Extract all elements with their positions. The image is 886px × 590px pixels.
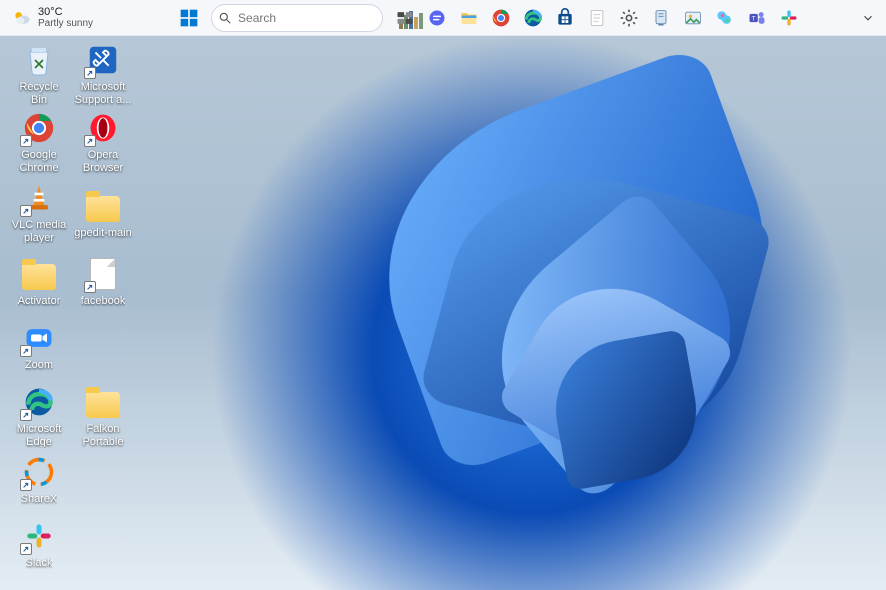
desktop-icon-sharex[interactable]: ShareX <box>8 452 70 508</box>
desktop-icon-label: Recycle Bin <box>10 81 68 106</box>
notepad-icon <box>587 8 607 28</box>
taskbar-file-explorer[interactable] <box>455 4 483 32</box>
desktop-icon-zoom[interactable]: Zoom <box>8 318 70 374</box>
desktop-icon-label: gpedit-main <box>74 227 131 240</box>
device-app-icon <box>651 8 671 28</box>
shortcut-arrow-icon <box>20 135 32 147</box>
shortcut-arrow-icon <box>84 281 96 293</box>
taskbar-chat[interactable] <box>423 4 451 32</box>
desktop-icon-microsoft-support[interactable]: Microsoft Support a... <box>72 40 134 108</box>
shortcut-arrow-icon <box>84 67 96 79</box>
folder-icon <box>86 392 120 418</box>
taskbar-chrome[interactable] <box>487 4 515 32</box>
shortcut-arrow-icon <box>20 409 32 421</box>
copilot-icon <box>715 8 735 28</box>
recycle-bin-icon <box>21 42 57 78</box>
taskbar-teams[interactable]: T <box>743 4 771 32</box>
taskbar-pinned-apps: T <box>391 4 803 32</box>
desktop-icon-label: ShareX <box>21 493 58 506</box>
desktop-icon-label: Zoom <box>25 359 53 372</box>
shortcut-arrow-icon <box>84 135 96 147</box>
svg-text:T: T <box>752 15 756 22</box>
search-icon <box>218 11 232 25</box>
start-button[interactable] <box>175 4 203 32</box>
taskbar-copilot[interactable] <box>711 4 739 32</box>
desktop-icon-falkon-folder[interactable]: Falkon Portable <box>72 382 134 450</box>
file-explorer-icon <box>459 8 479 28</box>
desktop-icon-label: Opera Browser <box>74 149 132 174</box>
desktop-icon-opera[interactable]: Opera Browser <box>72 108 134 176</box>
weather-temp: 30°C <box>38 6 93 18</box>
desktop-icon-vlc[interactable]: VLC media player <box>8 178 70 246</box>
desktop-icon-gpedit-folder[interactable]: gpedit-main <box>72 186 134 242</box>
taskbar-store[interactable] <box>551 4 579 32</box>
chrome-icon <box>491 8 511 28</box>
desktop-icon-label: Activator <box>18 295 61 308</box>
windows-logo-icon <box>179 8 199 28</box>
weather-partly-sunny-icon <box>12 8 32 28</box>
weather-text: 30°C Partly sunny <box>38 6 93 29</box>
search-box[interactable] <box>211 4 383 32</box>
desktop-icon-facebook-file[interactable]: facebook <box>72 254 134 310</box>
chat-icon <box>427 8 447 28</box>
shortcut-arrow-icon <box>20 205 32 217</box>
folder-icon <box>86 196 120 222</box>
search-input[interactable] <box>238 11 393 25</box>
desktop-icon-label: Slack <box>26 557 53 570</box>
desktop-icon-google-chrome[interactable]: Google Chrome <box>8 108 70 176</box>
edge-icon <box>523 8 543 28</box>
shortcut-arrow-icon <box>20 543 32 555</box>
desktop-icon-slack[interactable]: Slack <box>8 516 70 572</box>
slack-icon <box>779 8 799 28</box>
teams-icon: T <box>747 8 767 28</box>
taskbar: 30°C Partly sunny <box>0 0 886 36</box>
taskbar-notepad[interactable] <box>583 4 611 32</box>
desktop-icon-label: facebook <box>81 295 126 308</box>
desktop-icon-label: Google Chrome <box>10 149 68 174</box>
taskbar-device-app[interactable] <box>647 4 675 32</box>
photos-icon <box>683 8 703 28</box>
desktop-icon-recycle-bin[interactable]: Recycle Bin <box>8 40 70 108</box>
shortcut-arrow-icon <box>20 345 32 357</box>
taskbar-right <box>856 6 880 30</box>
desktop-icon-microsoft-edge[interactable]: Microsoft Edge <box>8 382 70 450</box>
desktop-icon-label: Microsoft Edge <box>10 423 68 448</box>
taskbar-overflow-chevron[interactable] <box>856 6 880 30</box>
taskbar-edge[interactable] <box>519 4 547 32</box>
desktop-icon-label: VLC media player <box>10 219 68 244</box>
taskbar-task-view[interactable] <box>391 4 419 32</box>
folder-icon <box>22 264 56 290</box>
chevron-down-icon <box>861 11 875 25</box>
taskbar-slack[interactable] <box>775 4 803 32</box>
desktop[interactable]: Recycle Bin Google Chrome <box>4 40 886 590</box>
desktop-icon-label: Falkon Portable <box>74 423 132 448</box>
weather-desc: Partly sunny <box>38 18 93 29</box>
task-view-icon <box>395 8 415 28</box>
shortcut-arrow-icon <box>20 479 32 491</box>
taskbar-settings[interactable] <box>615 4 643 32</box>
desktop-icon-activator-folder[interactable]: Activator <box>8 254 70 310</box>
desktop-icon-label: Microsoft Support a... <box>74 81 132 106</box>
taskbar-photos[interactable] <box>679 4 707 32</box>
store-icon <box>555 8 575 28</box>
gear-icon <box>619 8 639 28</box>
weather-widget[interactable]: 30°C Partly sunny <box>6 4 99 31</box>
